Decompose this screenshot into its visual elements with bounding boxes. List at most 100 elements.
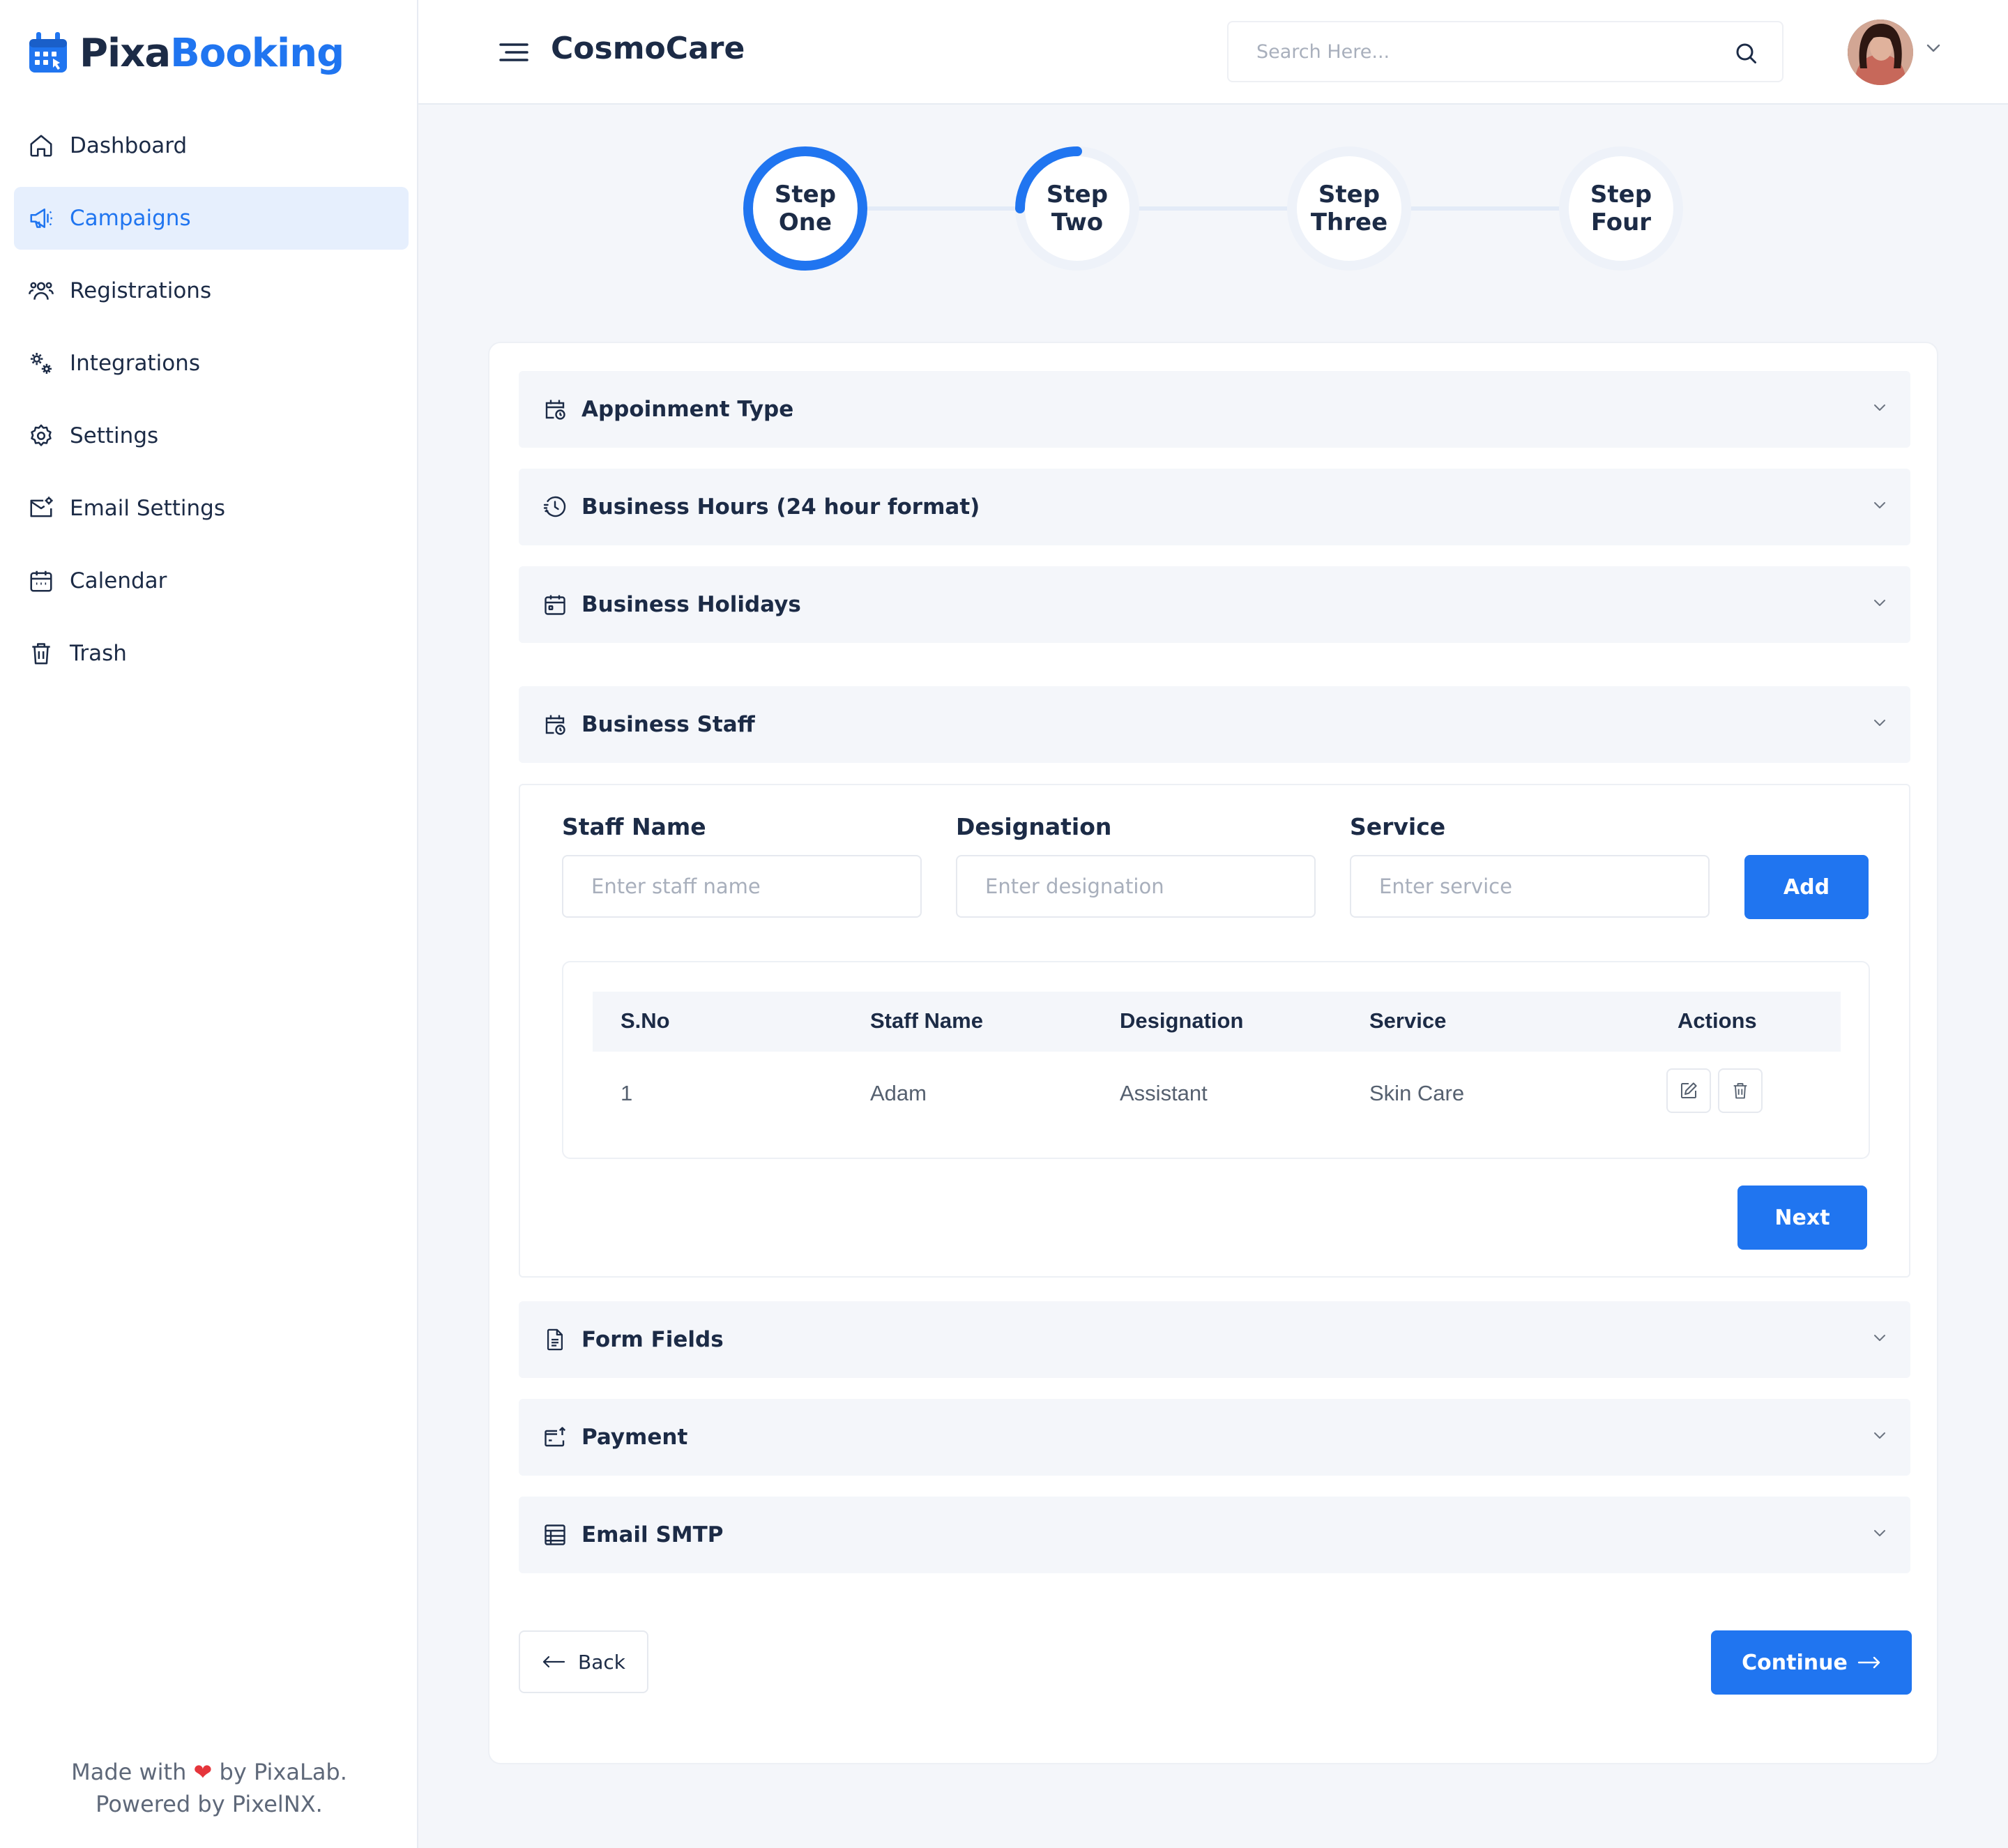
- chevron-down-icon[interactable]: [1926, 43, 1941, 53]
- users-icon: [26, 276, 56, 305]
- server-icon: [541, 1521, 569, 1549]
- accordion-business-staff[interactable]: Business Staff: [519, 686, 1910, 763]
- continue-label: Continue: [1742, 1650, 1848, 1675]
- sidebar-item-settings[interactable]: Settings: [14, 404, 409, 467]
- clock-history-icon: [541, 493, 569, 521]
- search-icon[interactable]: [1733, 40, 1758, 66]
- top-header: CosmoCare: [418, 0, 2008, 105]
- sidebar-item-registrations[interactable]: Registrations: [14, 259, 409, 322]
- menu-toggle-button[interactable]: [498, 36, 530, 68]
- sidebar-item-label: Settings: [70, 423, 159, 448]
- business-staff-panel: Staff Name Designation Service Add S.No …: [519, 784, 1910, 1278]
- step-label: Step: [774, 181, 837, 209]
- sidebar-item-label: Registrations: [70, 278, 212, 303]
- sidebar-footer: Made with ❤ by PixaLab. Powered by Pixel…: [0, 1756, 418, 1820]
- continue-button[interactable]: Continue: [1711, 1630, 1912, 1695]
- chevron-down-icon: [1873, 501, 1887, 509]
- gear-icon: [26, 421, 56, 450]
- column-header: Staff Name: [870, 1008, 983, 1033]
- sidebar-item-integrations[interactable]: Integrations: [14, 332, 409, 395]
- staff-name-input[interactable]: [562, 855, 922, 918]
- accordion-business-holidays[interactable]: Business Holidays: [519, 566, 1910, 643]
- edit-button[interactable]: [1666, 1068, 1711, 1113]
- step-label: Step: [1590, 181, 1652, 209]
- accordion-title: Form Fields: [581, 1327, 724, 1352]
- add-staff-button[interactable]: Add: [1744, 855, 1869, 919]
- sidebar-item-label: Integrations: [70, 351, 200, 376]
- logo-text: PixaBooking: [79, 30, 344, 76]
- trash-icon: [1731, 1081, 1750, 1100]
- cell-sno: 1: [621, 1081, 633, 1105]
- mail-settings-icon: [26, 494, 56, 523]
- accordion-title: Business Hours (24 hour format): [581, 494, 980, 520]
- back-label: Back: [578, 1650, 625, 1674]
- back-button[interactable]: Back: [519, 1630, 648, 1693]
- search-box: [1227, 21, 1783, 82]
- step-label: Four: [1590, 209, 1652, 236]
- column-header: Service: [1369, 1008, 1447, 1033]
- arrow-right-icon: [1857, 1656, 1881, 1669]
- next-button[interactable]: Next: [1737, 1186, 1867, 1250]
- service-input[interactable]: [1350, 855, 1710, 918]
- chevron-down-icon: [1873, 598, 1887, 607]
- edit-icon: [1678, 1080, 1699, 1101]
- step-label: Step: [1318, 181, 1380, 209]
- cell-service: Skin Care: [1369, 1081, 1465, 1105]
- setup-card: Appoinment Type Business Hours (24 hour …: [488, 342, 1938, 1764]
- accordion-business-hours[interactable]: Business Hours (24 hour format): [519, 469, 1910, 545]
- sidebar-item-label: Dashboard: [70, 133, 188, 158]
- accordion-email-smtp[interactable]: Email SMTP: [519, 1497, 1910, 1573]
- arrow-left-icon: [542, 1655, 565, 1669]
- step-one[interactable]: Step One: [743, 146, 867, 271]
- calendar-logo-icon: [26, 31, 70, 75]
- search-input[interactable]: [1229, 22, 1703, 81]
- step-label: Three: [1310, 209, 1388, 236]
- step-connector: [867, 206, 1015, 211]
- accordion-payment[interactable]: Payment: [519, 1399, 1910, 1476]
- logo[interactable]: PixaBooking: [26, 25, 344, 81]
- step-two[interactable]: Step Two: [1015, 146, 1139, 271]
- accordion-title: Payment: [581, 1425, 688, 1450]
- staff-name-label: Staff Name: [562, 813, 706, 840]
- cell-staff-name: Adam: [870, 1081, 927, 1105]
- sidebar-item-calendar[interactable]: Calendar: [14, 550, 409, 612]
- column-header: Designation: [1120, 1008, 1244, 1033]
- sidebar-item-label: Calendar: [70, 568, 167, 593]
- avatar[interactable]: [1848, 20, 1913, 85]
- delete-button[interactable]: [1718, 1068, 1763, 1113]
- heart-icon: ❤: [193, 1759, 213, 1785]
- calendar-clock-icon: [541, 395, 569, 423]
- chevron-down-icon: [1873, 718, 1887, 727]
- gears-icon: [26, 349, 56, 378]
- column-header: Actions: [1678, 1008, 1757, 1033]
- accordion-form-fields[interactable]: Form Fields: [519, 1301, 1910, 1378]
- sidebar-item-trash[interactable]: Trash: [14, 622, 409, 685]
- step-progress-arc: [1015, 146, 1082, 213]
- sidebar: PixaBooking Dashboard Campaigns Registra…: [0, 0, 418, 1848]
- accordion-appointment-type[interactable]: Appoinment Type: [519, 371, 1910, 448]
- accordion-title: Appoinment Type: [581, 397, 794, 422]
- page-title: CosmoCare: [551, 31, 745, 66]
- step-label: One: [778, 209, 832, 236]
- megaphone-icon: [26, 204, 56, 233]
- cell-designation: Assistant: [1120, 1081, 1208, 1105]
- step-three[interactable]: Step Three: [1287, 146, 1411, 271]
- column-header: S.No: [621, 1008, 670, 1033]
- accordion-title: Business Holidays: [581, 592, 801, 617]
- calendar-clock-icon: [541, 711, 569, 739]
- accordion-title: Business Staff: [581, 712, 755, 737]
- table-header: S.No Staff Name Designation Service Acti…: [593, 992, 1841, 1052]
- footer-powered-by: Powered by PixelNX.: [96, 1791, 323, 1817]
- designation-input[interactable]: [956, 855, 1316, 918]
- step-connector: [1411, 206, 1559, 211]
- sidebar-item-campaigns[interactable]: Campaigns: [14, 187, 409, 250]
- wallet-icon: [541, 1423, 569, 1451]
- sidebar-item-email-settings[interactable]: Email Settings: [14, 477, 409, 540]
- chevron-down-icon: [1873, 403, 1887, 411]
- sidebar-item-label: Email Settings: [70, 496, 226, 521]
- staff-table: S.No Staff Name Designation Service Acti…: [562, 961, 1870, 1159]
- step-four[interactable]: Step Four: [1559, 146, 1683, 271]
- chevron-down-icon: [1873, 1431, 1887, 1439]
- chevron-down-icon: [1873, 1333, 1887, 1342]
- sidebar-item-dashboard[interactable]: Dashboard: [14, 114, 409, 177]
